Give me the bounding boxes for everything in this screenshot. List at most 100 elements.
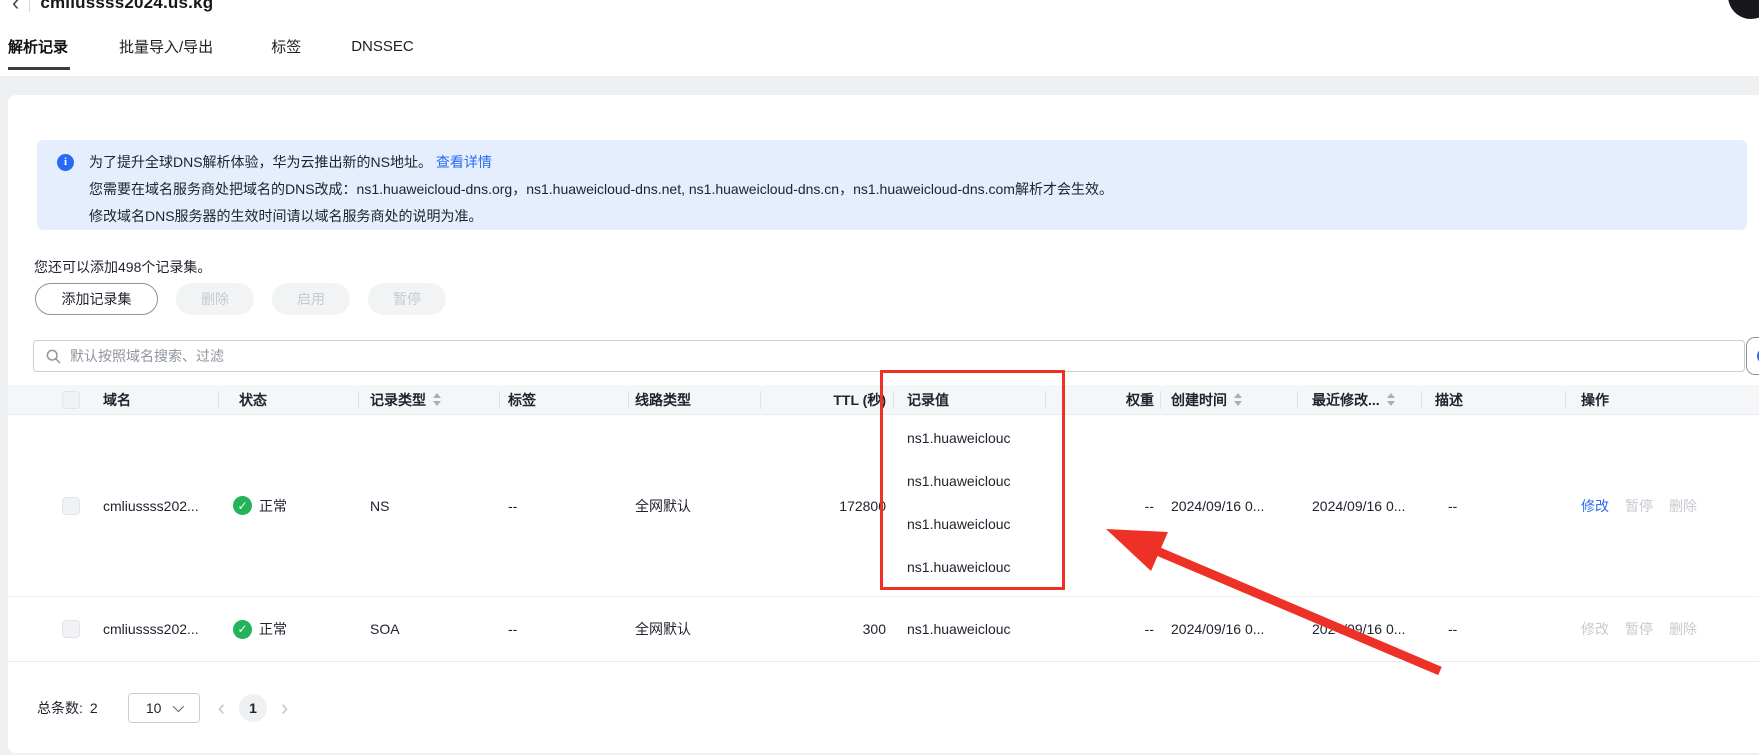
column-divider	[1160, 391, 1161, 409]
quota-text: 您还可以添加498个记录集。	[34, 257, 211, 277]
record-values-cell: ns1.huaweiclouc ns1.huaweiclouc ns1.huaw…	[907, 415, 1059, 596]
operation-cell: 修改 暂停 删除	[1581, 619, 1751, 639]
header-created-time: 创建时间	[1171, 390, 1299, 410]
weight-cell: --	[1088, 498, 1154, 514]
ttl-cell: 172800	[698, 498, 886, 514]
description-cell: --	[1435, 621, 1545, 637]
delete-link[interactable]: 删除	[1669, 619, 1697, 639]
modify-link[interactable]: 修改	[1581, 496, 1609, 516]
tab-batch-import-export[interactable]: 批量导入/导出	[119, 36, 213, 57]
page-size-select[interactable]: 10	[128, 693, 200, 723]
table-row-soa: cmliussss202... ✓ 正常 SOA -- 全网默认 300 ns1…	[8, 597, 1759, 662]
search-helper-button[interactable]	[1746, 337, 1759, 375]
search-box[interactable]	[33, 340, 1745, 372]
header-operation: 操作	[1581, 390, 1751, 410]
tab-dnssec[interactable]: DNSSEC	[351, 38, 414, 55]
sort-icon[interactable]	[433, 393, 441, 406]
pause-link[interactable]: 暂停	[1625, 619, 1653, 639]
chevron-down-icon	[173, 701, 184, 712]
modified-time-cell: 2024/09/16 0...	[1312, 498, 1432, 514]
sort-icon[interactable]	[1234, 393, 1242, 406]
toolbar: 添加记录集 删除 启用 暂停	[35, 283, 446, 315]
header-description: 描述	[1435, 390, 1545, 410]
info-icon: i	[57, 154, 74, 171]
table-row-ns: cmliussss202... ✓ 正常 NS -- 全网默认 172800 n…	[8, 415, 1759, 597]
column-divider	[628, 391, 629, 409]
created-time-cell: 2024/09/16 0...	[1171, 621, 1299, 637]
header-record-type: 记录类型	[370, 390, 480, 410]
current-page-button[interactable]: 1	[239, 694, 267, 722]
content-card: i 为了提升全球DNS解析体验，华为云推出新的NS地址。 查看详情 您需要在域名…	[8, 95, 1759, 753]
page-size-value: 10	[146, 700, 162, 716]
modified-time-cell: 2024/09/16 0...	[1312, 621, 1432, 637]
record-type-cell: NS	[370, 498, 480, 514]
prev-page-button[interactable]: ‹	[218, 698, 225, 718]
header-domain: 域名	[103, 390, 221, 410]
title-divider	[29, 0, 30, 12]
tab-bar: 解析记录 批量导入/导出 标签 DNSSEC	[8, 36, 414, 57]
table-header: 域名 状态 记录类型 标签 线路类型 TTL (秒) 记录值 权重 创建时间 最…	[8, 385, 1759, 415]
pause-button[interactable]: 暂停	[368, 283, 446, 315]
column-divider	[358, 391, 359, 409]
view-details-link[interactable]: 查看详情	[436, 154, 492, 170]
header-record-value: 记录值	[907, 390, 1059, 410]
banner-line-3: 修改域名DNS服务器的生效时间请以域名服务商处的说明为准。	[89, 203, 1729, 230]
tab-resolution-records[interactable]: 解析记录	[8, 36, 68, 57]
page-title: cmliussss2024.us.kg	[40, 0, 213, 13]
header-weight: 权重	[1088, 390, 1154, 410]
record-value: ns1.huaweiclouc	[907, 473, 1011, 489]
status-badge: 正常	[259, 496, 287, 516]
domain-cell[interactable]: cmliussss202...	[103, 621, 221, 637]
corner-avatar[interactable]	[1728, 0, 1759, 19]
column-divider	[893, 391, 894, 409]
column-divider	[499, 391, 500, 409]
pagination: 总条数: 2 10 ‹ 1 ›	[37, 692, 288, 724]
pause-link[interactable]: 暂停	[1625, 496, 1653, 516]
dns-record-page: ‹ cmliussss2024.us.kg 解析记录 批量导入/导出 标签 DN…	[0, 0, 1759, 755]
operation-cell: 修改 暂停 删除	[1581, 496, 1751, 516]
header-ttl: TTL (秒)	[698, 390, 886, 410]
back-icon[interactable]: ‹	[12, 0, 19, 14]
status-badge: 正常	[259, 619, 287, 639]
record-value: ns1.huaweiclouc	[907, 621, 1059, 637]
enable-button[interactable]: 启用	[272, 283, 350, 315]
select-all-checkbox[interactable]	[62, 391, 80, 409]
column-divider	[1565, 391, 1566, 409]
next-page-button[interactable]: ›	[281, 698, 288, 718]
status-cell: ✓ 正常	[233, 496, 343, 516]
ttl-cell: 300	[698, 621, 886, 637]
created-time-cell: 2024/09/16 0...	[1171, 498, 1299, 514]
breadcrumb: ‹ cmliussss2024.us.kg	[12, 0, 213, 15]
record-value: ns1.huaweiclouc	[907, 516, 1011, 532]
records-table: 域名 状态 记录类型 标签 线路类型 TTL (秒) 记录值 权重 创建时间 最…	[8, 385, 1759, 662]
add-record-set-button[interactable]: 添加记录集	[35, 283, 158, 315]
modify-link[interactable]: 修改	[1581, 619, 1609, 639]
header-status: 状态	[239, 390, 349, 410]
record-type-cell: SOA	[370, 621, 480, 637]
record-value: ns1.huaweiclouc	[907, 430, 1011, 446]
search-icon	[46, 349, 61, 364]
delete-link[interactable]: 删除	[1669, 496, 1697, 516]
tag-cell: --	[508, 621, 608, 637]
total-count-value: 2	[90, 700, 98, 716]
tab-tags[interactable]: 标签	[271, 36, 301, 57]
header-tag: 标签	[508, 390, 608, 410]
domain-cell[interactable]: cmliussss202...	[103, 498, 221, 514]
status-ok-icon: ✓	[233, 620, 252, 639]
weight-cell: --	[1088, 621, 1154, 637]
total-count-label: 总条数:	[37, 698, 83, 718]
header-modified-time: 最近修改...	[1312, 390, 1432, 410]
active-tab-underline	[8, 67, 70, 70]
search-input[interactable]	[70, 348, 1732, 364]
banner-line-1: 为了提升全球DNS解析体验，华为云推出新的NS地址。 查看详情	[89, 149, 1729, 176]
header-modified-label: 最近修改...	[1312, 390, 1380, 410]
row-checkbox[interactable]	[62, 497, 80, 515]
status-ok-icon: ✓	[233, 496, 252, 515]
sort-icon[interactable]	[1387, 393, 1395, 406]
record-value: ns1.huaweiclouc	[907, 559, 1011, 575]
row-checkbox[interactable]	[62, 620, 80, 638]
delete-button[interactable]: 删除	[176, 283, 254, 315]
banner-line-2: 您需要在域名服务商处把域名的DNS改成：ns1.huaweicloud-dns.…	[89, 176, 1729, 203]
info-banner: i 为了提升全球DNS解析体验，华为云推出新的NS地址。 查看详情 您需要在域名…	[37, 140, 1747, 230]
header-record-type-label: 记录类型	[370, 390, 426, 410]
